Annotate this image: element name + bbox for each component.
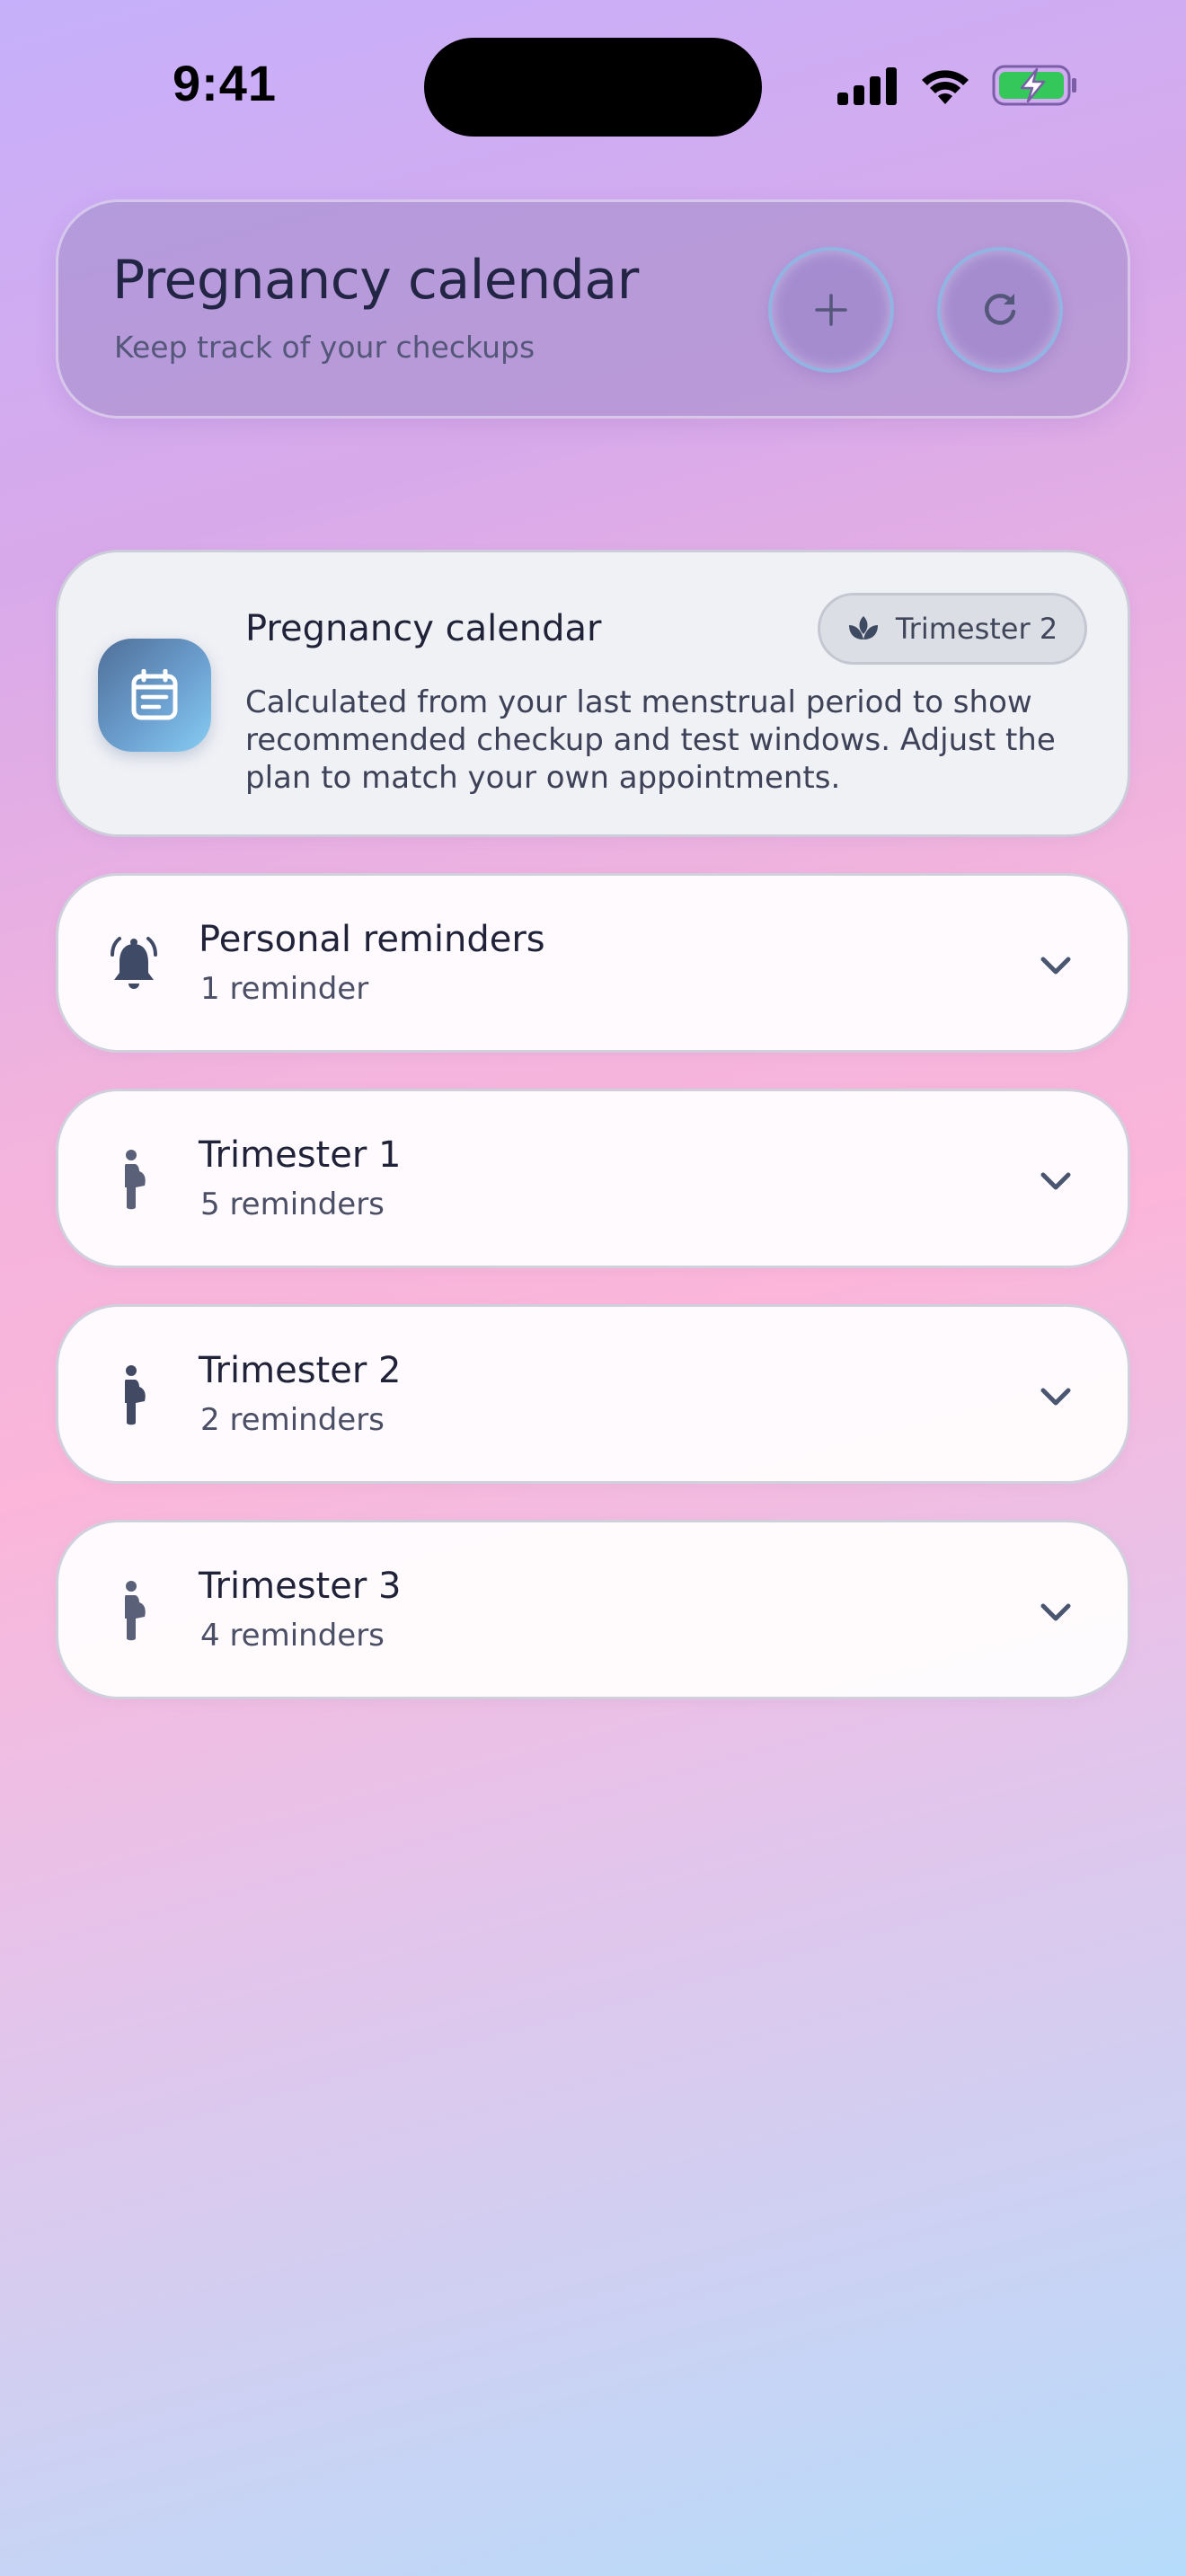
status-time: 9:41 <box>172 55 278 111</box>
refresh-icon <box>985 294 1016 325</box>
section-title: Trimester 1 <box>199 1134 402 1176</box>
calendar-note-icon <box>98 639 211 752</box>
status-icons <box>836 63 1078 108</box>
dynamic-island <box>424 38 762 137</box>
section-trimester-3[interactable]: Trimester 3 4 reminders <box>56 1520 1130 1699</box>
trimester-badge: Trimester 2 <box>818 593 1087 665</box>
pregnant-person-icon <box>98 1143 170 1215</box>
add-reminder-button[interactable] <box>768 247 894 373</box>
page-header: Pregnancy calendar Keep track of your ch… <box>56 199 1130 419</box>
section-title: Trimester 3 <box>199 1566 402 1607</box>
chevron-down-icon[interactable] <box>1036 1377 1075 1416</box>
refresh-button[interactable] <box>937 247 1063 373</box>
page-title: Pregnancy calendar <box>112 249 639 312</box>
plus-icon <box>815 294 847 326</box>
cellular-signal-icon <box>837 67 897 105</box>
section-count: 1 reminder <box>200 971 369 1007</box>
page-subtitle: Keep track of your checkups <box>114 330 535 365</box>
section-count: 2 reminders <box>200 1402 385 1438</box>
info-card-title: Pregnancy calendar <box>245 608 602 649</box>
section-count: 5 reminders <box>200 1187 385 1222</box>
wifi-icon <box>922 70 969 104</box>
battery-charging-icon <box>992 65 1076 106</box>
section-title: Trimester 2 <box>199 1350 402 1391</box>
chevron-down-icon[interactable] <box>1036 1592 1075 1632</box>
lotus-icon <box>848 616 878 640</box>
section-title: Personal reminders <box>199 919 545 960</box>
bell-icon <box>98 928 170 1000</box>
chevron-down-icon[interactable] <box>1036 1161 1075 1201</box>
pregnant-person-icon <box>98 1359 170 1431</box>
calendar-info-card: Pregnancy calendar Trimester 2 Calculate… <box>56 550 1130 837</box>
badge-label: Trimester 2 <box>895 612 1058 646</box>
section-count: 4 reminders <box>200 1618 385 1654</box>
section-trimester-1[interactable]: Trimester 1 5 reminders <box>56 1089 1130 1268</box>
section-trimester-2[interactable]: Trimester 2 2 reminders <box>56 1304 1130 1484</box>
pregnant-person-icon <box>98 1575 170 1646</box>
section-personal-reminders[interactable]: Personal reminders 1 reminder <box>56 873 1130 1053</box>
status-bar: 9:41 <box>0 0 1186 171</box>
chevron-down-icon[interactable] <box>1036 946 1075 985</box>
info-card-description: Calculated from your last menstrual peri… <box>245 684 1056 796</box>
